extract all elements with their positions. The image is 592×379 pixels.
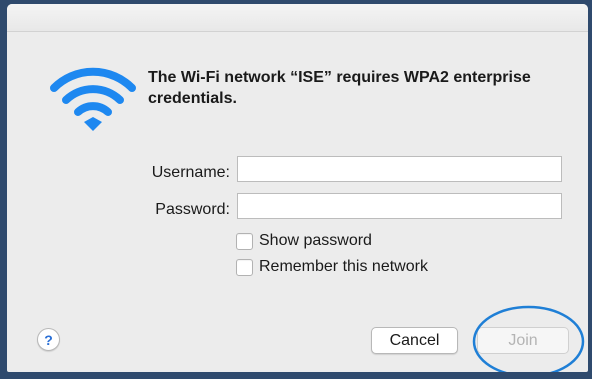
dialog-message: The Wi-Fi network “ISE” requires WPA2 en… [148, 69, 531, 107]
remember-network-label: Remember this network [259, 258, 428, 275]
screenshot-frame: The Wi-Fi network “ISE” requires WPA2 en… [0, 0, 592, 379]
show-password-option[interactable]: Show password [236, 232, 372, 250]
wifi-icon [50, 67, 136, 131]
cancel-button[interactable]: Cancel [371, 327, 458, 354]
username-label: Username: [151, 164, 230, 181]
remember-network-checkbox[interactable] [236, 258, 253, 276]
show-password-checkbox[interactable] [236, 232, 253, 250]
remember-network-option[interactable]: Remember this network [236, 258, 428, 276]
join-highlight-circle [472, 305, 585, 372]
username-field[interactable] [237, 156, 562, 182]
help-button[interactable]: ? [37, 328, 60, 351]
window-titlebar[interactable] [7, 4, 588, 32]
password-label: Password: [155, 201, 230, 218]
show-password-label: Show password [259, 232, 372, 249]
password-field[interactable] [237, 193, 562, 219]
wifi-credentials-dialog: The Wi-Fi network “ISE” requires WPA2 en… [7, 4, 588, 372]
